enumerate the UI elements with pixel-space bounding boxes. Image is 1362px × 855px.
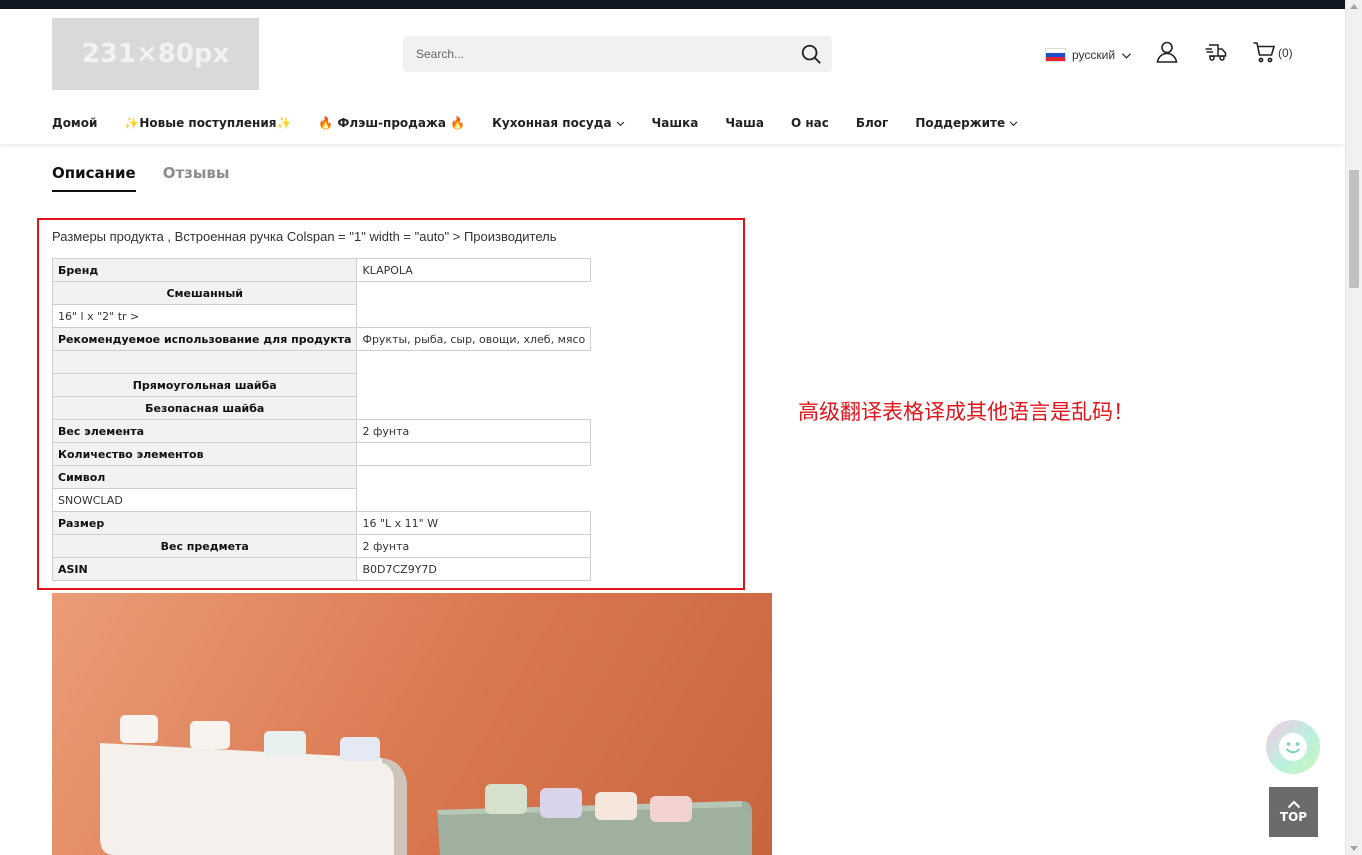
chevron-down-icon xyxy=(1009,121,1018,126)
table-row: Вес предмета 2 фунта xyxy=(51,534,592,558)
spec-empty-cell xyxy=(357,305,591,328)
nav-item-about[interactable]: О нас xyxy=(791,116,829,130)
spec-key: Бренд xyxy=(51,258,358,282)
nav-item-label: Чаша xyxy=(725,116,764,130)
table-row: Безопасная шайба xyxy=(51,396,591,420)
nav-item-label: 🔥 Флэш-продажа 🔥 xyxy=(318,116,466,130)
spec-key: Прямоугольная шайба xyxy=(51,373,358,397)
nav-item-cup[interactable]: Чашка xyxy=(652,116,699,130)
table-row xyxy=(51,350,591,374)
chevron-up-icon xyxy=(1287,800,1300,809)
scroll-thumb[interactable] xyxy=(1349,170,1359,288)
nav-item-support[interactable]: Поддержите xyxy=(915,116,1018,130)
spec-value xyxy=(356,442,592,466)
nav-item-label: ✨Новые поступления✨ xyxy=(124,116,292,130)
spec-value: KLAPOLA xyxy=(356,258,592,282)
spec-value: 2 фунта xyxy=(356,534,592,558)
truck-icon[interactable] xyxy=(1204,40,1228,64)
search-input[interactable] xyxy=(403,36,783,72)
spec-empty-cell xyxy=(357,466,591,489)
spec-key: 16" l x "2" tr > xyxy=(51,304,358,328)
spec-value: 16 "L x 11" W xyxy=(356,511,592,535)
spec-empty-cell xyxy=(357,282,591,305)
user-icon[interactable] xyxy=(1155,40,1179,64)
flag-stripe-red xyxy=(1046,57,1065,61)
spec-empty-cell xyxy=(357,397,591,420)
cart-count: (0) xyxy=(1278,46,1293,60)
nav-item-cookware[interactable]: Кухонная посуда xyxy=(492,116,624,130)
table-row: Символ xyxy=(51,465,591,489)
nav-item-label: Блог xyxy=(855,116,889,130)
table-row: SNOWCLAD xyxy=(51,488,591,512)
spec-value: Фрукты, рыба, сыр, овощи, хлеб, мясо xyxy=(356,327,592,351)
spec-key: Количество элементов xyxy=(51,442,358,466)
main-nav: Домой ✨Новые поступления✨ 🔥 Флэш-продажа… xyxy=(52,113,1045,133)
nav-item-flash-sale[interactable]: 🔥 Флэш-продажа 🔥 xyxy=(318,116,465,130)
spec-empty-cell xyxy=(357,489,591,512)
nav-item-home[interactable]: Домой xyxy=(52,116,97,130)
logo-placeholder-text: 231×80px xyxy=(81,39,230,69)
chevron-down-icon xyxy=(616,121,624,126)
back-to-top-label: TOP xyxy=(1279,810,1308,824)
description-intro: Размеры продукта , Встроенная ручка Cols… xyxy=(52,229,557,244)
top-strip xyxy=(0,0,1345,9)
table-row: ASIN B0D7CZ9Y7D xyxy=(51,557,592,581)
nav-item-blog[interactable]: Блог xyxy=(856,116,888,130)
site-header: 231×80px русский (0) xyxy=(0,9,1345,144)
table-row: Бренд KLAPOLA xyxy=(51,258,592,282)
spec-key: Безопасная шайба xyxy=(51,396,358,420)
russia-flag-icon xyxy=(1045,48,1066,62)
spec-key: Размер xyxy=(51,511,358,535)
spec-value: 2 фунта xyxy=(356,419,592,443)
tab-reviews[interactable]: Отзывы xyxy=(163,164,230,192)
site-logo[interactable]: 231×80px xyxy=(52,18,259,90)
search-bar xyxy=(403,36,832,72)
product-tabs: Описание Отзывы xyxy=(52,164,229,192)
cutting-boards-illustration xyxy=(100,715,752,855)
chat-button[interactable] xyxy=(1266,720,1320,774)
cart-icon[interactable] xyxy=(1252,40,1276,64)
chevron-down-icon xyxy=(1121,52,1132,59)
language-label: русский xyxy=(1072,48,1116,62)
table-row: Вес элемента 2 фунта xyxy=(51,419,592,443)
nav-item-new-arrivals[interactable]: ✨Новые поступления✨ xyxy=(124,116,291,130)
page-scrollbar[interactable] xyxy=(1345,0,1362,855)
nav-item-bowl[interactable]: Чаша xyxy=(725,116,764,130)
scroll-up-arrow-icon[interactable] xyxy=(1350,4,1358,9)
product-image[interactable] xyxy=(52,593,772,855)
nav-item-label: Домой xyxy=(52,116,98,130)
back-to-top-button[interactable]: TOP xyxy=(1269,787,1318,837)
nav-item-label: Поддержите xyxy=(915,116,1006,130)
spec-key: Вес предмета xyxy=(51,534,358,558)
spec-key: Рекомендуемое использование для продукта xyxy=(51,327,358,351)
nav-item-label: Чашка xyxy=(651,116,699,130)
table-row: Прямоугольная шайба xyxy=(51,373,591,397)
spec-table: Бренд KLAPOLA Смешанный 16" l x "2" tr >… xyxy=(51,258,592,581)
spec-key: Вес элемента xyxy=(51,419,358,443)
chat-smiley-icon xyxy=(1279,733,1307,761)
search-icon[interactable] xyxy=(800,43,822,65)
table-row: Размер 16 "L x 11" W xyxy=(51,511,592,535)
annotation-note: 高级翻译表格译成其他语言是乱码！ xyxy=(798,400,1134,424)
nav-item-label: О нас xyxy=(790,116,829,130)
table-row: Количество элементов xyxy=(51,442,592,466)
table-row: Рекомендуемое использование для продукта… xyxy=(51,327,592,351)
table-row: 16" l x "2" tr > xyxy=(51,304,591,328)
spec-value: B0D7CZ9Y7D xyxy=(356,557,592,581)
tab-description[interactable]: Описание xyxy=(52,164,136,192)
spec-key: Символ xyxy=(51,465,358,489)
spec-key xyxy=(51,350,358,374)
language-selector[interactable]: русский xyxy=(1045,46,1132,64)
spec-key: SNOWCLAD xyxy=(51,488,358,512)
spec-empty-cell xyxy=(357,351,591,374)
spec-key: ASIN xyxy=(51,557,358,581)
spec-empty-cell xyxy=(357,374,591,397)
spec-key: Смешанный xyxy=(51,281,358,305)
table-row: Смешанный xyxy=(51,281,591,305)
nav-item-label: Кухонная посуда xyxy=(492,116,612,130)
scroll-down-arrow-icon[interactable] xyxy=(1350,846,1358,851)
